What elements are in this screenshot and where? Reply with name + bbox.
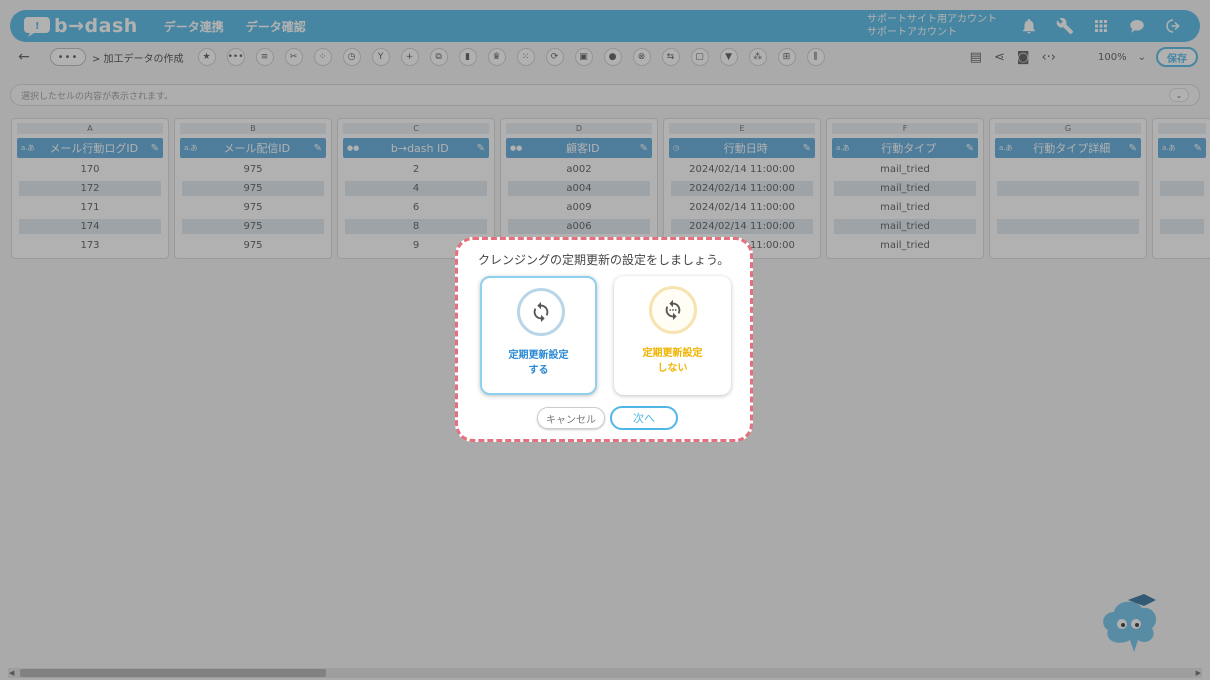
option-disable-line1: 定期更新設定: [642, 348, 703, 359]
option-disable-line2: しない: [657, 363, 688, 374]
app-root: ! b→dash データ連携 データ確認 サポートサイト用アカウント サポートア…: [0, 0, 1210, 680]
option-disable-label: 定期更新設定 しない: [614, 346, 731, 376]
refresh-off-icon: [665, 299, 681, 321]
dialog-title: クレンジングの定期更新の設定をしましょう。: [478, 253, 730, 267]
option-enable-label: 定期更新設定 する: [482, 348, 595, 378]
next-button[interactable]: 次へ: [610, 406, 678, 430]
no-refresh-icon-circle: [649, 286, 697, 334]
option-enable-line2: する: [528, 365, 549, 376]
refresh-setting-dialog: クレンジングの定期更新の設定をしましょう。 定期更新設定 する 定期更新設定 し…: [455, 237, 753, 442]
refresh-cycle-icon: [533, 301, 549, 323]
option-enable-refresh[interactable]: 定期更新設定 する: [480, 276, 597, 395]
refresh-icon-circle: [517, 288, 565, 336]
cancel-button[interactable]: キャンセル: [537, 407, 605, 429]
option-enable-line1: 定期更新設定: [508, 350, 569, 361]
option-disable-refresh[interactable]: 定期更新設定 しない: [614, 276, 731, 395]
